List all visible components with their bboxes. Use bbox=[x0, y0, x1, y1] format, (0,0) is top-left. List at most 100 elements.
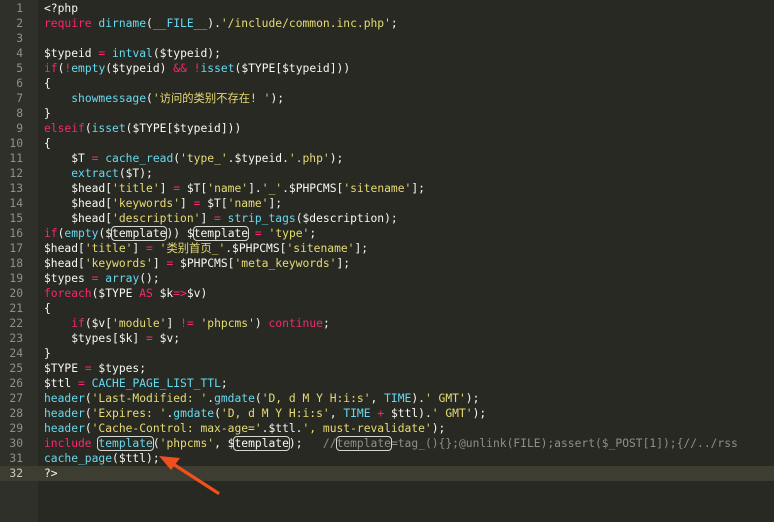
function-token: header bbox=[44, 422, 85, 435]
code-line[interactable]: 21 { bbox=[0, 301, 774, 316]
code-token: ; bbox=[309, 227, 317, 240]
keyword-token: AS bbox=[139, 287, 153, 300]
code-token: ); bbox=[288, 437, 323, 450]
code-line[interactable]: 31 cache_page($ttl); bbox=[0, 451, 774, 466]
code-line[interactable]: 30 include template('phpcms', $template);… bbox=[0, 436, 774, 451]
code-line[interactable]: 17 $head['title'] = '类别首页_'.$PHPCMS['site… bbox=[0, 241, 774, 256]
code-editor[interactable]: 1 <?php 2 require dirname(__FILE__).'/inclu… bbox=[0, 0, 774, 522]
code-token: $types bbox=[44, 272, 92, 285]
code-line[interactable]: 2 require dirname(__FILE__).'/include/com… bbox=[0, 16, 774, 31]
string-token: 'keywords' bbox=[84, 257, 153, 270]
code-token: ($TYPE bbox=[91, 287, 140, 300]
code-token: ($T); bbox=[118, 167, 153, 180]
line-number: 30 bbox=[9, 437, 23, 450]
line-number: 17 bbox=[9, 242, 23, 255]
line-number: 20 bbox=[9, 287, 23, 300]
code-token: { bbox=[44, 302, 51, 315]
code-token: ] bbox=[159, 182, 174, 195]
code-line[interactable]: 25 $TYPE = $types; bbox=[0, 361, 774, 376]
string-token: 'meta_keywords' bbox=[234, 257, 337, 270]
code-line[interactable]: 29 header('Cache-Control: max-age='.$ttl.… bbox=[0, 421, 774, 436]
code-token: <?php bbox=[44, 2, 79, 15]
code-token: ]. bbox=[248, 182, 262, 195]
code-token: ( bbox=[146, 92, 153, 105]
code-token: $head[ bbox=[44, 197, 113, 210]
code-token: ( bbox=[84, 422, 92, 435]
code-line[interactable]: 24} bbox=[0, 346, 774, 361]
line-number: 11 bbox=[9, 152, 23, 165]
line-number: 21 bbox=[9, 302, 23, 315]
code-line[interactable]: 32 ?> bbox=[0, 466, 774, 481]
string-token: 'Expires: ' bbox=[91, 407, 167, 420]
highlighted-comment-token: template bbox=[335, 436, 392, 451]
code-line[interactable]: 6{ bbox=[0, 76, 774, 91]
function-token: gmdate bbox=[214, 392, 255, 405]
code-line[interactable]: 26 $ttl = CACHE_PAGE_LIST_TTL; bbox=[0, 376, 774, 391]
code-token: ( bbox=[152, 437, 160, 450]
code-line[interactable]: 20 foreach($TYPE AS $k=>$v) bbox=[0, 286, 774, 301]
code-text: { bbox=[44, 136, 51, 151]
code-text: $T = cache_read('type_'.$typeid.'.php'); bbox=[44, 151, 343, 166]
function-token: header bbox=[44, 407, 85, 420]
code-line[interactable]: 4 $typeid = intval($typeid); bbox=[0, 46, 774, 61]
string-token: '/include/common.inc.php' bbox=[220, 17, 391, 30]
function-token: strip_tags bbox=[227, 212, 296, 225]
line-number: 3 bbox=[16, 32, 23, 45]
code-line[interactable]: 7 showmessage('访问的类别不存在! '); bbox=[0, 91, 774, 106]
code-line[interactable]: 16 if(empty($template)) $template = 'type… bbox=[0, 226, 774, 241]
code-text: $ttl = CACHE_PAGE_LIST_TTL; bbox=[44, 376, 228, 391]
code-line[interactable]: 19 $types = array(); bbox=[0, 271, 774, 286]
code-token: ($TYPE[$typeid])) bbox=[234, 62, 351, 75]
string-token: ', must-revalidate' bbox=[302, 422, 432, 435]
code-line[interactable]: 22 if($v['module'] != 'phpcms') continue… bbox=[0, 316, 774, 331]
code-text: { bbox=[44, 301, 51, 316]
code-line[interactable]: 5 if(!empty($typeid) && !isset($TYPE[$typ… bbox=[0, 61, 774, 76]
code-token: ); bbox=[465, 392, 480, 405]
code-line[interactable]: 27 header('Last-Modified: '.gmdate('D, d … bbox=[0, 391, 774, 406]
code-token: .$typeid. bbox=[227, 152, 289, 165]
code-line[interactable]: 1 <?php bbox=[0, 1, 774, 16]
code-line[interactable]: 18 $head['keywords'] = $PHPCMS['meta_keyw… bbox=[0, 256, 774, 271]
keyword-token: if bbox=[71, 317, 85, 330]
code-line[interactable]: 28 header('Expires: '.gmdate('D, d M Y H:… bbox=[0, 406, 774, 421]
function-token: gmdate bbox=[173, 407, 215, 420]
code-token: .$PHPCMS[ bbox=[225, 242, 287, 255]
code-line[interactable]: 23 $types[$k] = $v; bbox=[0, 331, 774, 346]
code-token: ). bbox=[411, 392, 425, 405]
keyword-token: continue bbox=[268, 317, 323, 330]
code-line[interactable]: 15 $head['description'] = strip_tags($de… bbox=[0, 211, 774, 226]
code-token: ( bbox=[84, 122, 92, 135]
function-token: cache_page bbox=[44, 452, 113, 465]
line-number: 5 bbox=[16, 62, 23, 75]
string-token: ' GMT' bbox=[431, 407, 473, 420]
keyword-token: require bbox=[44, 17, 99, 30]
code-token: , bbox=[329, 407, 344, 420]
code-line[interactable]: 9 elseif(isset($TYPE[$typeid])) bbox=[0, 121, 774, 136]
code-token: ]; bbox=[336, 257, 351, 270]
code-line[interactable]: 11 $T = cache_read('type_'.$typeid.'.php… bbox=[0, 151, 774, 166]
code-line[interactable]: 14 $head['keywords'] = $T['name']; bbox=[0, 196, 774, 211]
code-line[interactable]: 8} bbox=[0, 106, 774, 121]
code-token: $types; bbox=[91, 362, 147, 375]
code-line[interactable]: 12 extract($T); bbox=[0, 166, 774, 181]
code-token: ($v[ bbox=[84, 317, 113, 330]
line-number: 2 bbox=[16, 17, 23, 30]
code-text: header('Last-Modified: '.gmdate('D, d M … bbox=[44, 391, 479, 406]
function-token: header bbox=[44, 392, 85, 405]
code-token: $head[ bbox=[44, 257, 85, 270]
string-token: 'type' bbox=[268, 227, 310, 240]
code-token: $PHPCMS[ bbox=[173, 257, 235, 270]
code-line[interactable]: 3 bbox=[0, 31, 774, 46]
code-token: $T[ bbox=[180, 182, 208, 195]
code-token: $k bbox=[152, 287, 174, 300]
code-text: $typeid = intval($typeid); bbox=[44, 46, 221, 61]
code-line[interactable]: 13 $head['title'] = $T['name'].'_'.$PHPC… bbox=[0, 181, 774, 196]
string-token: 'keywords' bbox=[112, 197, 181, 210]
code-area[interactable]: 1 <?php 2 require dirname(__FILE__).'/inclu… bbox=[0, 0, 774, 481]
code-line[interactable]: 10 { bbox=[0, 136, 774, 151]
code-token: $head[ bbox=[44, 182, 113, 195]
function-token: extract bbox=[71, 167, 119, 180]
code-text: header('Cache-Control: max-age='.$ttl.',… bbox=[44, 421, 445, 436]
